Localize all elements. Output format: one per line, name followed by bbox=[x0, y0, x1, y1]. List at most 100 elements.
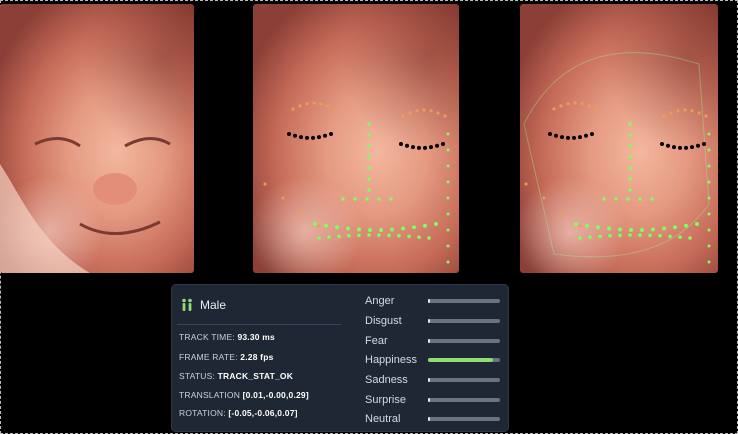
landmark-point bbox=[578, 135, 582, 140]
landmark-point bbox=[317, 224, 321, 228]
landmark-point bbox=[412, 225, 416, 230]
landmark-point bbox=[560, 135, 564, 140]
landmark-point bbox=[347, 233, 351, 238]
landmark-point bbox=[602, 197, 606, 201]
landmark-point bbox=[299, 210, 303, 214]
landmark-point bbox=[399, 142, 403, 146]
landmark-point bbox=[695, 222, 699, 226]
landmark-point bbox=[588, 235, 592, 239]
landmark-point bbox=[566, 135, 570, 140]
landmark-point bbox=[707, 228, 711, 232]
landmark-point bbox=[707, 196, 711, 200]
landmark-point bbox=[446, 164, 450, 168]
stat-label: FRAME RATE: bbox=[179, 352, 238, 362]
emotion-bar-neutral bbox=[428, 417, 500, 421]
landmark-point bbox=[650, 197, 654, 201]
divider bbox=[177, 324, 341, 325]
landmark-point bbox=[446, 212, 450, 216]
landmark-point bbox=[305, 135, 309, 140]
landmark-point bbox=[628, 144, 632, 148]
landmark-point bbox=[408, 111, 412, 115]
landmark-point bbox=[415, 109, 419, 113]
stat-value: [-0.05,-0.06,0.07] bbox=[228, 408, 298, 418]
landmark-point bbox=[560, 210, 564, 214]
landmark-point bbox=[367, 155, 371, 159]
landmark-point bbox=[552, 107, 556, 111]
landmark-point bbox=[660, 142, 664, 146]
emotion-bar-fear bbox=[428, 339, 500, 343]
stat-value: TRACK_STAT_OK bbox=[217, 371, 294, 381]
landmark-point bbox=[367, 188, 371, 192]
emotion-label-anger: Anger bbox=[365, 295, 395, 307]
landmark-point bbox=[379, 227, 383, 232]
gender-label: Male bbox=[200, 298, 227, 312]
landmark-point bbox=[628, 166, 632, 170]
landmark-point bbox=[614, 197, 618, 201]
landmark-point bbox=[626, 197, 630, 201]
landmark-point bbox=[707, 244, 711, 248]
landmark-point bbox=[327, 235, 331, 239]
landmark-point bbox=[377, 197, 381, 201]
landmark-point bbox=[648, 233, 652, 238]
landmark-point bbox=[299, 135, 303, 140]
emotion-label-fear: Fear bbox=[365, 335, 388, 347]
landmark-point bbox=[574, 222, 578, 226]
landmark-point bbox=[411, 145, 415, 150]
landmark-point bbox=[401, 226, 405, 231]
landmark-point bbox=[628, 188, 632, 192]
landmark-point bbox=[669, 111, 673, 115]
landmark-point bbox=[566, 102, 570, 106]
landmark-point bbox=[323, 133, 327, 138]
landmark-point bbox=[618, 227, 622, 232]
landmark-point bbox=[596, 238, 600, 242]
frame-rate-stat: FRAME RATE: 2.28 fps bbox=[179, 352, 274, 362]
landmark-point bbox=[548, 132, 552, 136]
landmark-point bbox=[291, 107, 295, 111]
landmark-point bbox=[697, 111, 701, 115]
landmark-point bbox=[357, 233, 361, 238]
landmark-point bbox=[305, 102, 309, 106]
landmark-point bbox=[594, 107, 598, 111]
landmark-point bbox=[293, 133, 297, 138]
landmark-point bbox=[281, 196, 285, 200]
landmark-point bbox=[628, 122, 632, 126]
emotion-label-surprise: Surprise bbox=[365, 394, 406, 406]
landmark-point bbox=[446, 244, 450, 248]
landmark-point bbox=[676, 109, 680, 113]
stat-label: ROTATION: bbox=[179, 408, 226, 418]
emotion-label-disgust: Disgust bbox=[365, 315, 402, 327]
landmark-point bbox=[704, 114, 708, 118]
landmark-point bbox=[707, 164, 711, 168]
landmark-point bbox=[585, 223, 589, 228]
status-stat: STATUS: TRACK_STAT_OK bbox=[179, 371, 293, 381]
landmark-point bbox=[707, 132, 711, 136]
landmark-point bbox=[662, 114, 666, 118]
ultrasound-image-mesh bbox=[520, 4, 718, 273]
landmark-point bbox=[317, 236, 321, 240]
male-figures-icon bbox=[182, 298, 192, 311]
emotion-label-neutral: Neutral bbox=[365, 413, 401, 425]
landmark-point bbox=[572, 135, 576, 140]
landmark-point bbox=[367, 144, 371, 148]
landmark-point bbox=[590, 132, 594, 136]
track-time-stat: TRACK TIME: 93.30 ms bbox=[179, 332, 275, 342]
landmark-point bbox=[436, 111, 440, 115]
emotion-bar-fill bbox=[428, 417, 431, 421]
landmark-point bbox=[446, 180, 450, 184]
landmark-point bbox=[337, 234, 341, 239]
emotion-bar-surprise bbox=[428, 398, 500, 402]
landmark-point bbox=[429, 145, 433, 150]
landmark-point bbox=[628, 233, 632, 237]
landmark-point bbox=[629, 227, 633, 232]
face-illustration bbox=[0, 137, 171, 273]
landmark-point bbox=[434, 222, 438, 226]
landmark-mesh-overlay bbox=[523, 52, 711, 264]
landmark-point bbox=[341, 197, 345, 201]
landmark-point bbox=[435, 143, 439, 148]
landmark-point bbox=[628, 177, 632, 181]
landmark-point bbox=[596, 225, 600, 230]
landmark-point bbox=[662, 226, 666, 231]
landmark-point bbox=[578, 236, 582, 240]
stat-value: 2.28 fps bbox=[240, 352, 274, 362]
ultrasound-image-landmarks bbox=[253, 4, 459, 273]
